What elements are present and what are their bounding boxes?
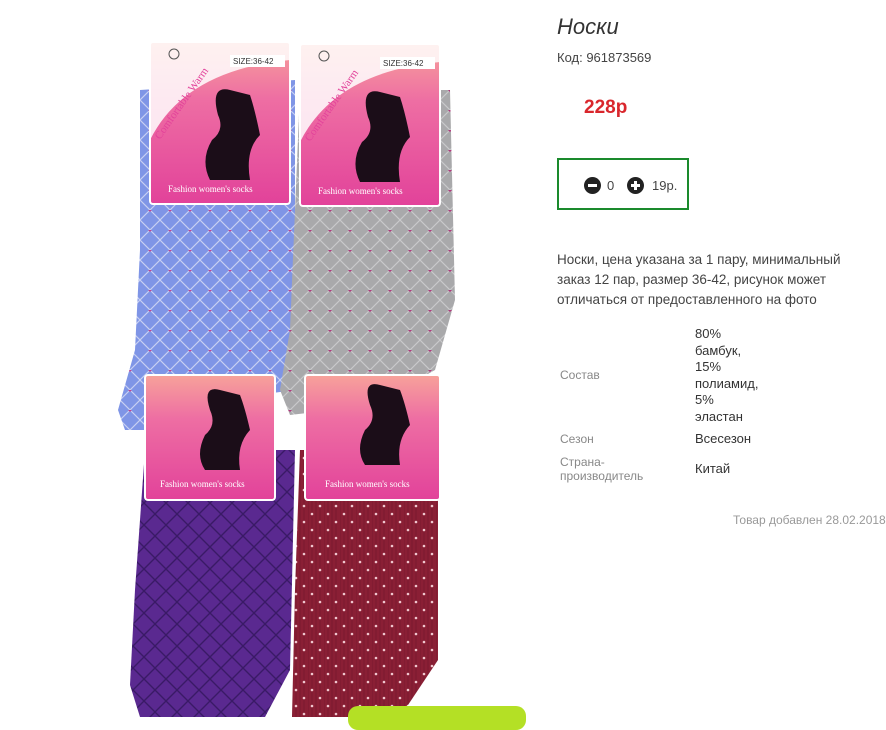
size-label: SIZE:36-42	[233, 57, 274, 66]
season-label: Сезон	[560, 432, 594, 446]
tagline-text: Fashion women's socks	[160, 479, 245, 489]
product-description: Носки, цена указана за 1 пару, минимальн…	[557, 252, 841, 307]
size-label: SIZE:36-42	[383, 59, 424, 68]
product-code: Код: 961873569	[557, 50, 652, 65]
plus-icon[interactable]	[627, 177, 644, 194]
country-label-line: производитель	[560, 469, 644, 483]
season-value: Всесезон	[695, 431, 752, 446]
composition-line: бамбук,	[695, 342, 742, 358]
product-price: 228р	[584, 97, 628, 118]
composition-line: эластан	[695, 408, 743, 424]
composition-line: полиамид,	[695, 375, 759, 391]
quantity-value: 0	[607, 178, 615, 193]
unit-price: 19р.	[652, 178, 678, 193]
buy-button[interactable]	[348, 706, 526, 730]
composition-value: 80% бамбук, 15% полиамид, 5% эластан	[695, 326, 775, 425]
tagline-text: Fashion women's socks	[325, 479, 410, 489]
tagline-text: Fashion women's socks	[168, 184, 253, 194]
added-date: Товар добавлен 28.02.2018	[733, 513, 886, 527]
product-info: Носки Код: 961873569 228р 0 19р. Носки, …	[557, 0, 886, 717]
composition-line: 15%	[695, 359, 722, 374]
composition-line: 5%	[695, 392, 714, 407]
quantity-selector: 0 19р.	[557, 158, 689, 210]
composition-label: Состав	[560, 368, 600, 382]
country-value: Китай	[695, 461, 731, 476]
product-title: Носки	[557, 14, 619, 39]
country-label: Страна- производитель	[560, 455, 643, 483]
tagline-text: Fashion women's socks	[318, 186, 403, 196]
composition-line: 80%	[695, 326, 722, 341]
country-label-line: Страна-	[560, 455, 605, 469]
minus-icon[interactable]	[584, 177, 601, 194]
product-image: SIZE:36-42 Comfortable Warm Fashion wome…	[118, 41, 455, 717]
